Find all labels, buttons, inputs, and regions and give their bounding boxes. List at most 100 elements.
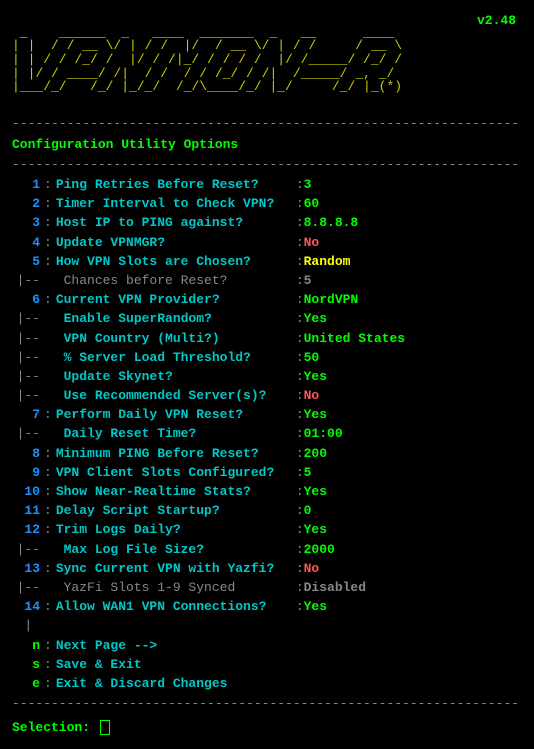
option-label: Current VPN Provider? [56,291,296,309]
value-colon: : [296,368,304,386]
option-label: Chances before Reset? [56,272,296,290]
option-row[interactable]: |-- Use Recommended Server(s)?:No [12,387,522,405]
colon [44,330,56,348]
option-row[interactable]: |-- VPN Country (Multi?):United States [12,330,522,348]
option-number: |-- [12,272,44,290]
options-list: 1:Ping Retries Before Reset?:32:Timer In… [12,176,522,616]
colon [44,272,56,290]
option-number: |-- [12,368,44,386]
option-number: |-- [12,387,44,405]
option-label: VPN Country (Multi?) [56,330,296,348]
option-value: Yes [304,483,327,501]
value-colon: : [296,214,304,232]
colon: : [44,214,56,232]
option-value: No [304,560,320,578]
option-value: 5 [304,464,312,482]
option-value: 01:00 [304,425,343,443]
divider: ----------------------------------------… [12,156,522,174]
option-number: 12 [12,521,44,539]
option-row[interactable]: |-- Update Skynet?:Yes [12,368,522,386]
option-label: Daily Reset Time? [56,425,296,443]
option-number: 14 [12,598,44,616]
option-number: 13 [12,560,44,578]
actions-list: n:Next Page -->s:Save & Exite:Exit & Dis… [12,637,522,694]
option-number: 5 [12,253,44,271]
option-label: How VPN Slots are Chosen? [56,253,296,271]
option-number: 3 [12,214,44,232]
option-label: % Server Load Threshold? [56,349,296,367]
option-number: 8 [12,445,44,463]
colon [44,387,56,405]
colon: : [44,502,56,520]
option-row[interactable]: 13:Sync Current VPN with Yazfi?:No [12,560,522,578]
option-row[interactable]: 1:Ping Retries Before Reset?:3 [12,176,522,194]
option-value: 3 [304,176,312,194]
option-value: 50 [304,349,320,367]
option-row[interactable]: 2:Timer Interval to Check VPN?:60 [12,195,522,213]
option-label: Host IP to PING against? [56,214,296,232]
option-row[interactable]: |-- Enable SuperRandom?:Yes [12,310,522,328]
option-row[interactable]: |-- % Server Load Threshold?:50 [12,349,522,367]
option-value: 2000 [304,541,335,559]
option-value: No [304,387,320,405]
value-colon: : [296,598,304,616]
option-row[interactable]: 14:Allow WAN1 VPN Connections?:Yes [12,598,522,616]
selection-prompt[interactable]: Selection: [12,719,522,737]
option-value: United States [304,330,405,348]
option-number: |-- [12,579,44,597]
action-label: Exit & Discard Changes [56,675,228,693]
divider: ----------------------------------------… [12,115,522,133]
value-colon: : [296,349,304,367]
colon: : [44,483,56,501]
option-row[interactable]: |-- Daily Reset Time?:01:00 [12,425,522,443]
option-number: |-- [12,330,44,348]
colon: : [44,560,56,578]
option-row[interactable]: 11:Delay Script Startup?:0 [12,502,522,520]
option-label: Update Skynet? [56,368,296,386]
colon: : [44,656,56,674]
option-label: Update VPNMGR? [56,234,296,252]
option-row[interactable]: 7:Perform Daily VPN Reset?:Yes [12,406,522,424]
option-value: Yes [304,368,327,386]
option-value: Disabled [304,579,366,597]
colon: : [44,176,56,194]
option-value: Random [304,253,351,271]
option-row: |-- Chances before Reset?:5 [12,272,522,290]
option-value: 0 [304,502,312,520]
option-label: Trim Logs Daily? [56,521,296,539]
option-number: 10 [12,483,44,501]
option-value: 60 [304,195,320,213]
option-row[interactable]: 8:Minimum PING Before Reset?:200 [12,445,522,463]
option-label: Minimum PING Before Reset? [56,445,296,463]
ascii-art-text: _ ______ _ ____ _______ _ __ ____ | | / … [12,25,402,95]
option-row[interactable]: 6:Current VPN Provider?:NordVPN [12,291,522,309]
option-row[interactable]: |-- Max Log File Size?:2000 [12,541,522,559]
option-number: 4 [12,234,44,252]
action-row-s[interactable]: s:Save & Exit [12,656,522,674]
value-colon: : [296,502,304,520]
option-row[interactable]: 4:Update VPNMGR?:No [12,234,522,252]
option-row[interactable]: 9:VPN Client Slots Configured?:5 [12,464,522,482]
colon: : [44,195,56,213]
colon [44,368,56,386]
action-label: Save & Exit [56,656,142,674]
option-value: 5 [304,272,312,290]
colon [44,541,56,559]
colon: : [44,253,56,271]
option-row[interactable]: 5:How VPN Slots are Chosen?:Random [12,253,522,271]
colon: : [44,445,56,463]
option-number: 2 [12,195,44,213]
action-key: n [12,637,44,655]
value-colon: : [296,406,304,424]
option-row[interactable]: 12:Trim Logs Daily?:Yes [12,521,522,539]
option-number: |-- [12,425,44,443]
action-row-n[interactable]: n:Next Page --> [12,637,522,655]
colon: : [44,291,56,309]
value-colon: : [296,560,304,578]
option-row[interactable]: 10:Show Near-Realtime Stats?:Yes [12,483,522,501]
action-row-e[interactable]: e:Exit & Discard Changes [12,675,522,693]
option-row[interactable]: 3:Host IP to PING against?:8.8.8.8 [12,214,522,232]
section-title: Configuration Utility Options [12,136,522,154]
option-number: |-- [12,541,44,559]
divider: ----------------------------------------… [12,695,522,713]
